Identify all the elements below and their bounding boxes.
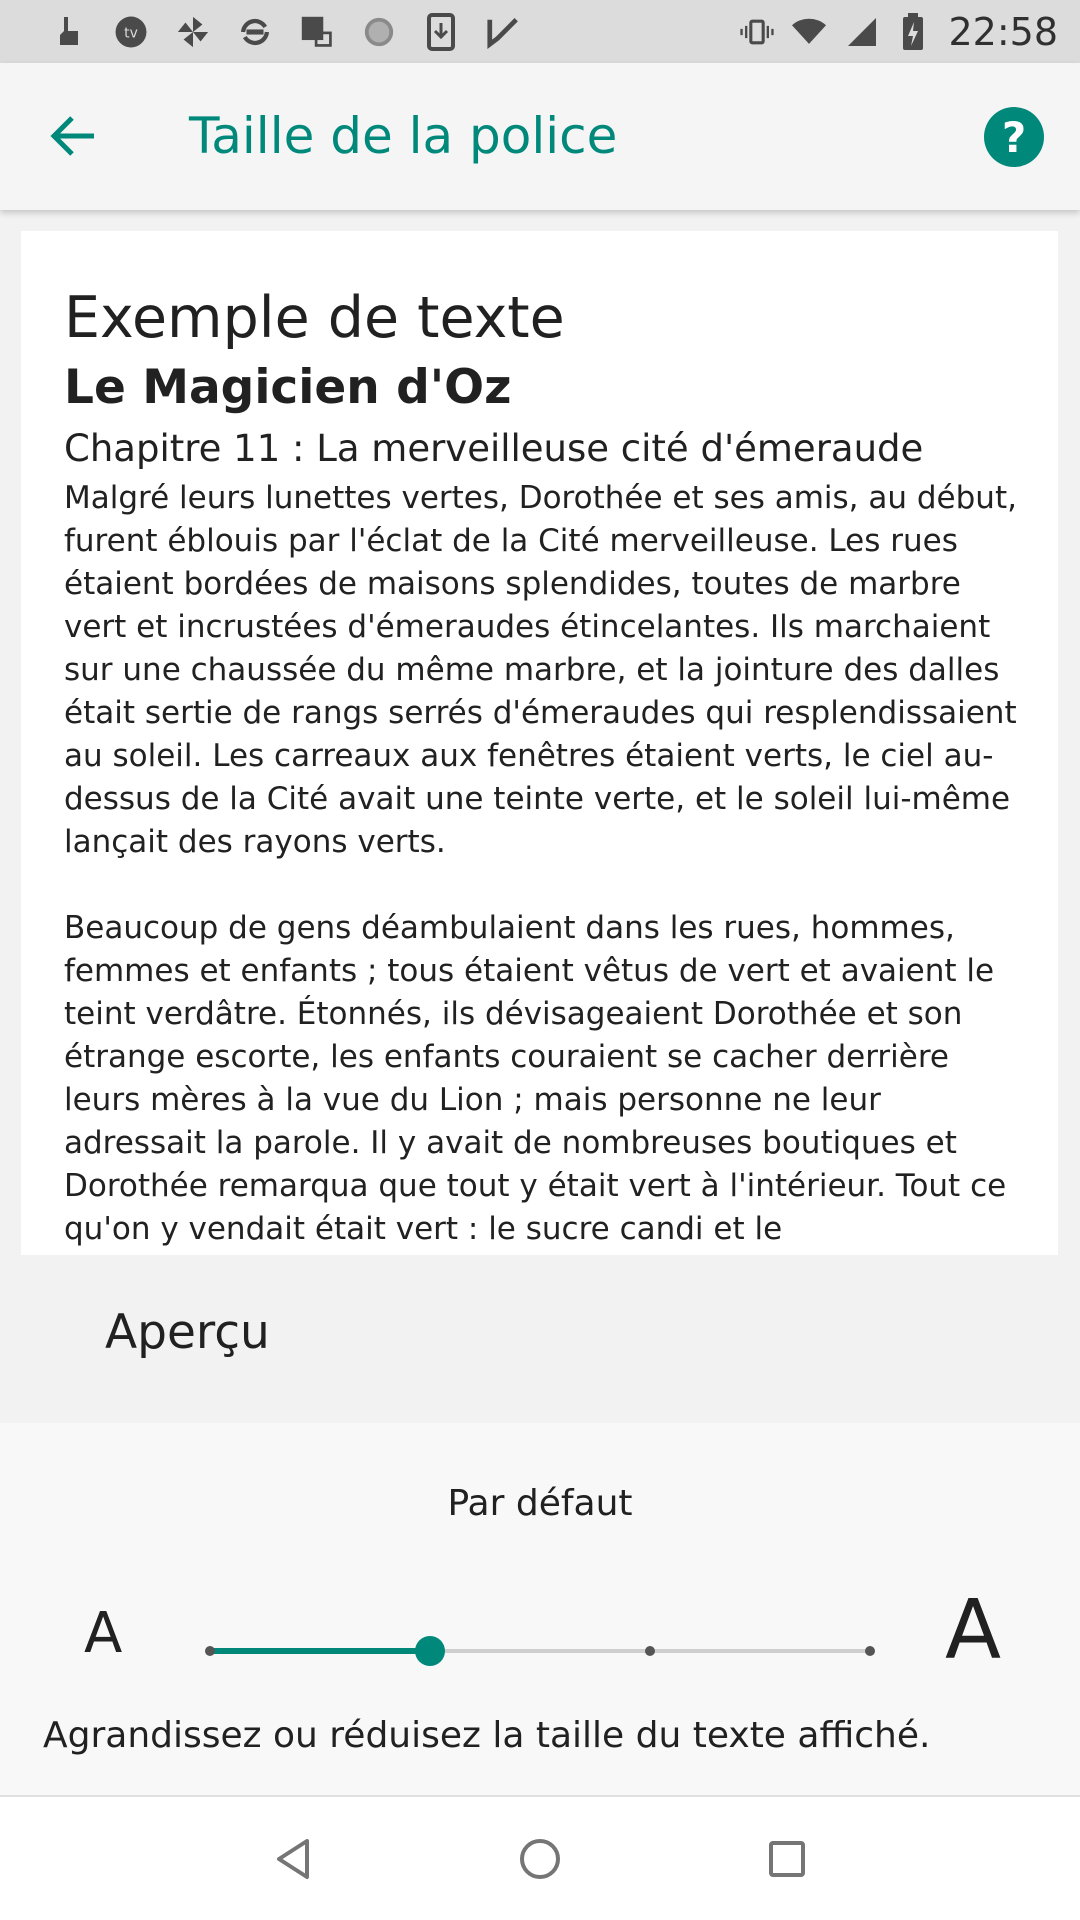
chapter-title: Chapitre 11 : La merveilleuse cité d'éme… [64, 427, 924, 470]
navigation-bar [0, 1797, 1080, 1920]
battery-charging-icon [896, 12, 930, 50]
paragraph: Malgré leurs lunettes vertes, Dorothée e… [64, 480, 1017, 860]
slider-stop[interactable] [645, 1646, 655, 1656]
svg-text:tv: tv [124, 25, 138, 41]
text-preview-card[interactable]: Exemple de texte Le Magicien d'Oz Chapit… [21, 231, 1058, 1255]
preview-label-area: Aperçu [0, 1255, 1080, 1423]
touch-icon [52, 15, 86, 49]
font-size-controls: Par défaut A A Agrandissez ou réduisez l… [0, 1423, 1080, 1797]
sync-icon [238, 15, 272, 49]
pinwheel-icon [176, 15, 210, 49]
help-icon: ? [1001, 112, 1027, 162]
arrow-back-icon [50, 116, 94, 156]
current-size-label: Par défaut [447, 1483, 633, 1524]
nav-home-button[interactable] [500, 1819, 580, 1899]
app-bar: Taille de la police ? [0, 63, 1080, 210]
slider-stop[interactable] [865, 1646, 875, 1656]
loading-icon [362, 15, 396, 49]
clock: 22:58 [948, 9, 1058, 54]
slider-thumb[interactable] [415, 1636, 445, 1666]
smaller-text-button[interactable]: A [84, 1601, 122, 1666]
preview-label: Aperçu [105, 1305, 270, 1360]
nav-back-button[interactable] [253, 1819, 333, 1899]
nav-recents-button[interactable] [747, 1819, 827, 1899]
paragraph: Beaucoup de gens déambulaient dans les r… [64, 910, 1007, 1247]
download-icon [424, 12, 458, 51]
slider-fill [210, 1648, 430, 1654]
font-size-description: Agrandissez ou réduisez la taille du tex… [43, 1715, 931, 1756]
sample-heading: Exemple de texte [64, 285, 565, 351]
status-bar: tv 22:58 [0, 0, 1080, 63]
home-icon [519, 1838, 560, 1879]
slider-stop[interactable] [205, 1646, 215, 1656]
font-size-slider[interactable] [205, 1631, 875, 1671]
back-icon [277, 1838, 310, 1879]
page-title: Taille de la police [189, 107, 618, 165]
wifi-icon [792, 15, 827, 49]
back-button[interactable] [40, 103, 106, 169]
larger-text-button[interactable]: A [945, 1583, 1001, 1678]
tasks-icon [300, 15, 334, 49]
help-button[interactable]: ? [984, 107, 1044, 167]
notification-icons: tv [52, 12, 740, 51]
recents-icon [768, 1840, 805, 1877]
vibrate-icon [740, 15, 775, 49]
system-icons: 22:58 [740, 10, 1058, 54]
check-icon [486, 15, 520, 49]
signal-icon [844, 15, 878, 49]
book-title: Le Magicien d'Oz [64, 360, 512, 415]
tv-icon: tv [114, 15, 148, 49]
